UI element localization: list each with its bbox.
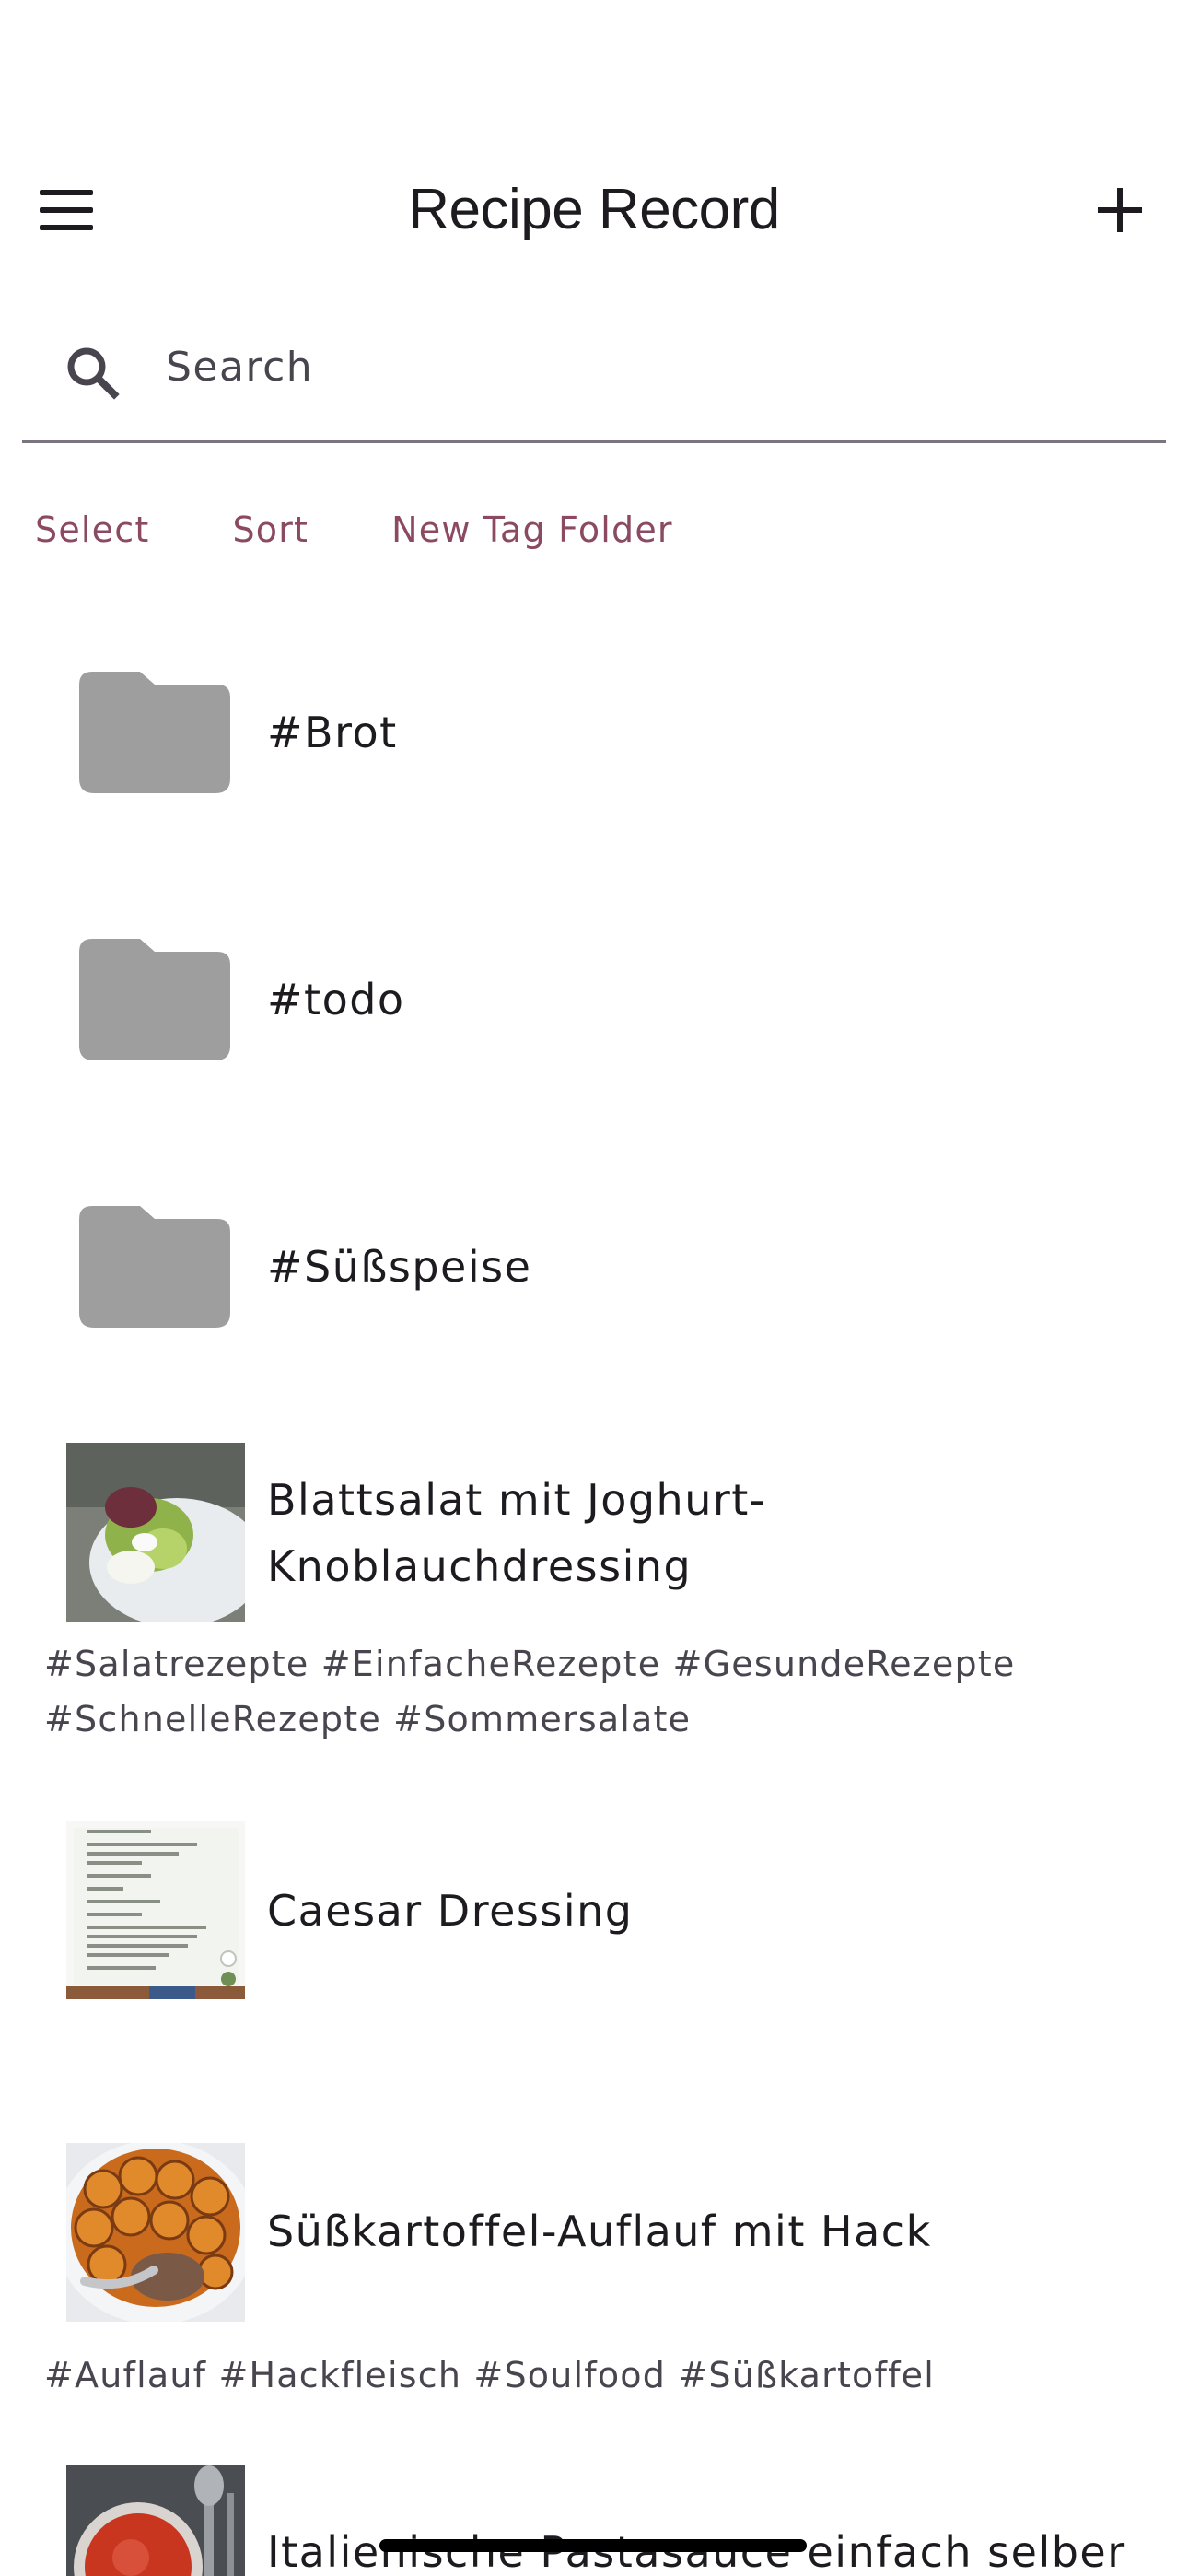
action-bar: Select Sort New Tag Folder: [35, 502, 673, 557]
folder-label: #todo: [267, 975, 405, 1025]
folder-item-todo[interactable]: #todo: [0, 917, 1188, 1083]
recipe-item[interactable]: Caesar Dressing: [0, 1821, 1188, 2005]
recipe-title: Caesar Dressing: [267, 1886, 634, 1936]
home-indicator[interactable]: [379, 2539, 807, 2552]
folder-item-suessspeise[interactable]: #Süßspeise: [0, 1184, 1188, 1350]
recipe-title: Blattsalat mit Joghurt-Knoblauchdressing: [267, 1475, 766, 1591]
recipe-item[interactable]: Süßkartoffel-Auflauf mit Hack #Auflauf #…: [0, 2143, 1188, 2419]
folder-item-brot[interactable]: #Brot: [0, 650, 1188, 815]
recipe-list-screen: Recipe Record Select Sort New Tag Folder…: [0, 0, 1188, 2576]
recipe-thumbnail: [66, 2143, 245, 2322]
recipe-thumbnail: [66, 2465, 245, 2576]
recipe-tags: #Auflauf #Hackfleisch #Soulfood #Süßkart…: [44, 2355, 936, 2395]
page-title: Recipe Record: [408, 178, 780, 241]
select-button[interactable]: Select: [35, 502, 149, 557]
folder-icon: [79, 1206, 230, 1328]
recipe-item[interactable]: Blattsalat mit Joghurt-Knoblauchdressing…: [0, 1443, 1188, 1756]
new-tag-folder-button[interactable]: New Tag Folder: [391, 502, 673, 557]
folder-label: #Süßspeise: [267, 1242, 532, 1292]
recipe-tags: #Salatrezepte #EinfacheRezepte #GesundeR…: [44, 1644, 1016, 1739]
sort-button[interactable]: Sort: [232, 502, 309, 557]
search-icon: [67, 347, 120, 400]
folder-icon: [79, 939, 230, 1060]
recipe-item[interactable]: Italienische Pastasauce einfach selber: [0, 2465, 1188, 2576]
recipe-thumbnail: [66, 1821, 245, 1999]
search-input[interactable]: [166, 330, 1124, 404]
folder-icon: [79, 672, 230, 793]
add-recipe-button[interactable]: [1085, 175, 1155, 245]
recipe-thumbnail: [66, 1443, 245, 1622]
plus-icon: [1098, 188, 1142, 232]
recipe-title: Süßkartoffel-Auflauf mit Hack: [267, 2207, 932, 2256]
folder-label: #Brot: [267, 708, 398, 757]
search-bar: [22, 313, 1166, 443]
